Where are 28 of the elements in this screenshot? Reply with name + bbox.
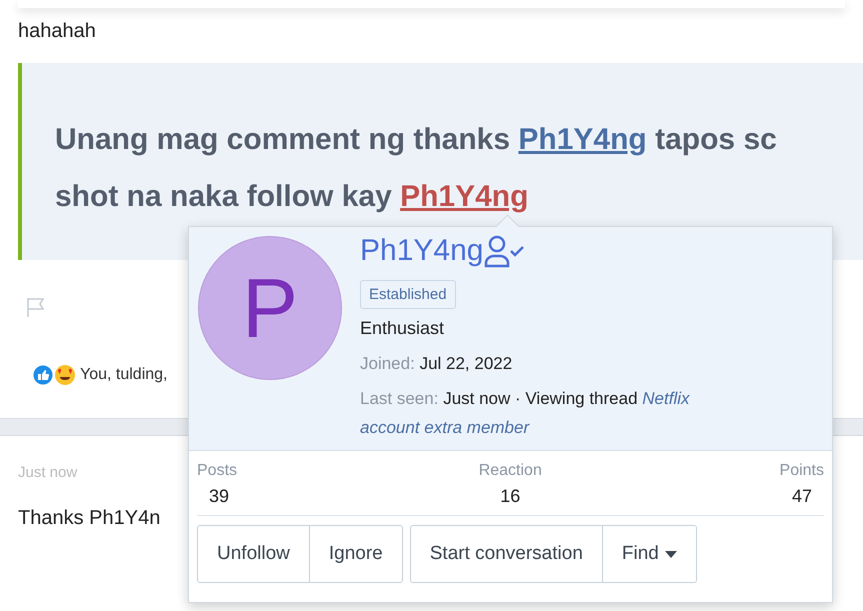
stat-label: Posts [197, 462, 238, 480]
user-link[interactable]: Ph1Y4ng [518, 123, 647, 156]
like-icon [32, 364, 54, 386]
username-link[interactable]: Ph1Y4ng [360, 234, 484, 268]
stat-label: Points [780, 462, 824, 480]
quote-text: shot na naka follow kay [55, 180, 393, 213]
love-eyes-emoji-icon [54, 364, 76, 386]
stat-label: Reaction [478, 462, 542, 480]
reactions-text[interactable]: You, tulding, [80, 366, 168, 384]
user-title: Enthusiast [360, 318, 444, 339]
joined-text: Joined: Jul 22, 2022 [360, 353, 514, 375]
post-text: hahahah [17, 19, 97, 44]
stat-value: 16 [499, 486, 522, 507]
user-link[interactable]: Ph1Y4ng [400, 180, 528, 213]
avatar[interactable]: P [198, 236, 342, 380]
dropdown-button[interactable]: Find [602, 526, 696, 582]
thread-link[interactable]: account extra member [360, 418, 530, 437]
post-time: Just now [18, 464, 78, 481]
flag-icon[interactable] [25, 296, 47, 318]
last-seen-text: Last seen: Just now · Viewing thread Netflix account extra member [360, 388, 691, 439]
thread-link[interactable]: Netflix [642, 389, 690, 408]
stat-value: 47 [790, 486, 813, 507]
user-banner: Established [360, 280, 456, 309]
stat-value: 39 [208, 486, 230, 507]
quote-text: Unang mag comment ng thanks [55, 123, 512, 156]
quote-text: tapos sc [654, 123, 777, 156]
post-text: Thanks Ph1Y4n [18, 507, 160, 530]
action-button[interactable]: Ignore [308, 526, 402, 582]
